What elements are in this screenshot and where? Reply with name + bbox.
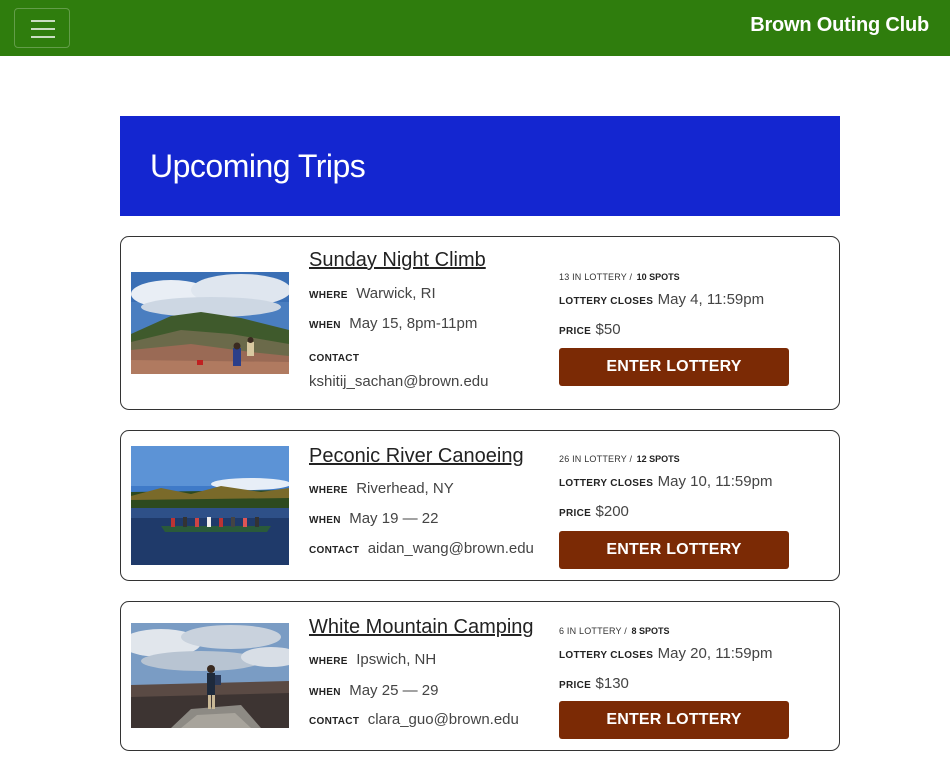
trip-when-row: WHEN May 25 — 29 [309, 682, 438, 700]
contact-email[interactable]: clara_guo@brown.edu [368, 711, 519, 728]
contact-label: CONTACT [309, 353, 360, 364]
when-label: WHEN [309, 515, 341, 526]
trip-card: Peconic River Canoeing WHERE Riverhead, … [120, 430, 840, 581]
page-title: Upcoming Trips [150, 148, 366, 184]
lottery-count: 6 IN LOTTERY / [559, 626, 627, 636]
brand-link[interactable]: Brown Outing Club [750, 14, 929, 37]
price-row: PRICE $50 [559, 321, 621, 339]
page-header-banner: Upcoming Trips [120, 116, 840, 216]
trip-card: Sunday Night Climb WHERE Warwick, RI WHE… [120, 236, 840, 410]
contact-label: CONTACT [309, 716, 360, 727]
when-value: May 25 — 29 [349, 682, 439, 699]
lottery-status: 6 IN LOTTERY / 8 SPOTS [559, 621, 669, 639]
price-value: $130 [595, 675, 629, 692]
lottery-count: 26 IN LOTTERY / [559, 454, 633, 464]
price-value: $200 [595, 503, 629, 520]
lottery-closes-row: LOTTERY CLOSES May 10, 11:59pm [559, 473, 772, 491]
lottery-closes-value: May 4, 11:59pm [657, 291, 765, 308]
trip-title-link[interactable]: Sunday Night Climb [309, 249, 486, 272]
spots-count: 8 SPOTS [631, 626, 670, 636]
lottery-closes-row: LOTTERY CLOSES May 4, 11:59pm [559, 291, 764, 309]
trip-photo-mountain-summit [131, 272, 289, 374]
trip-photo-canoeing [131, 446, 289, 565]
price-row: PRICE $130 [559, 675, 629, 693]
enter-lottery-button[interactable]: ENTER LOTTERY [559, 348, 789, 386]
trip-title-link[interactable]: Peconic River Canoeing [309, 445, 524, 468]
lottery-closes-label: LOTTERY CLOSES [559, 296, 654, 307]
price-row: PRICE $200 [559, 503, 629, 521]
where-value: Riverhead, NY [356, 480, 454, 497]
top-navbar: Brown Outing Club [0, 0, 950, 56]
price-label: PRICE [559, 508, 592, 519]
where-label: WHERE [309, 485, 348, 496]
trip-when-row: WHEN May 19 — 22 [309, 510, 438, 528]
price-value: $50 [595, 321, 621, 338]
where-label: WHERE [309, 290, 348, 301]
trip-photo-mountain-hiker [131, 623, 289, 728]
price-label: PRICE [559, 326, 592, 337]
lottery-count: 13 IN LOTTERY / [559, 272, 633, 282]
lottery-closes-label: LOTTERY CLOSES [559, 650, 654, 661]
lottery-closes-value: May 20, 11:59pm [657, 645, 773, 662]
spots-count: 10 SPOTS [636, 272, 680, 282]
when-value: May 15, 8pm-11pm [349, 315, 478, 332]
price-label: PRICE [559, 680, 592, 691]
trip-contact-row: kshitij_sachan@brown.edu [309, 373, 489, 391]
lottery-status: 26 IN LOTTERY / 12 SPOTS [559, 449, 680, 467]
where-value: Warwick, RI [356, 285, 436, 302]
enter-lottery-button[interactable]: ENTER LOTTERY [559, 701, 789, 739]
where-value: Ipswich, NH [356, 651, 437, 668]
trip-when-row: WHEN May 15, 8pm-11pm [309, 315, 477, 333]
trip-contact-label-row: CONTACT [309, 348, 363, 366]
trip-contact-row: CONTACT aidan_wang@brown.edu [309, 540, 534, 558]
contact-label: CONTACT [309, 545, 360, 556]
trip-contact-row: CONTACT clara_guo@brown.edu [309, 711, 519, 729]
trip-where-row: WHERE Ipswich, NH [309, 651, 436, 669]
lottery-closes-row: LOTTERY CLOSES May 20, 11:59pm [559, 645, 772, 663]
when-label: WHEN [309, 687, 341, 698]
lottery-status: 13 IN LOTTERY / 10 SPOTS [559, 267, 680, 285]
when-value: May 19 — 22 [349, 510, 439, 527]
contact-email[interactable]: kshitij_sachan@brown.edu [309, 373, 489, 390]
trip-title-link[interactable]: White Mountain Camping [309, 616, 534, 639]
contact-email[interactable]: aidan_wang@brown.edu [368, 540, 534, 557]
when-label: WHEN [309, 320, 341, 331]
where-label: WHERE [309, 656, 348, 667]
lottery-closes-value: May 10, 11:59pm [657, 473, 773, 490]
trip-where-row: WHERE Riverhead, NY [309, 480, 454, 498]
enter-lottery-button[interactable]: ENTER LOTTERY [559, 531, 789, 569]
spots-count: 12 SPOTS [636, 454, 680, 464]
lottery-closes-label: LOTTERY CLOSES [559, 478, 654, 489]
trip-card: White Mountain Camping WHERE Ipswich, NH… [120, 601, 840, 751]
hamburger-menu-icon[interactable] [14, 8, 70, 48]
trip-where-row: WHERE Warwick, RI [309, 285, 436, 303]
